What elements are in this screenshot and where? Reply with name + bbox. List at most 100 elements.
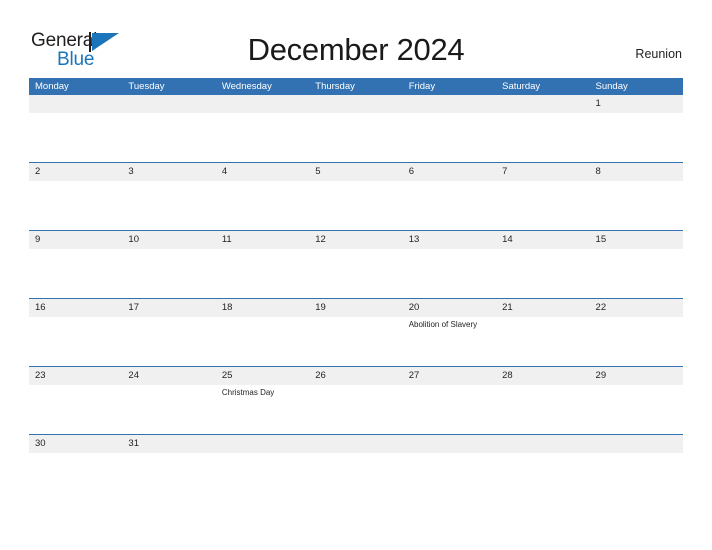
day-event	[403, 453, 496, 481]
day-event	[403, 113, 496, 162]
week-row: 30 31	[29, 434, 683, 481]
weekday-saturday: Saturday	[502, 81, 541, 92]
day-number[interactable]: 28	[496, 367, 589, 385]
day-event	[403, 181, 496, 230]
day-number[interactable]	[216, 435, 309, 453]
day-number[interactable]	[309, 95, 402, 113]
week-date-band: 2 3 4 5 6 7 8	[29, 163, 683, 181]
day-number[interactable]: 24	[122, 367, 215, 385]
day-number[interactable]: 26	[309, 367, 402, 385]
day-event	[29, 113, 122, 162]
week-event-band: Abolition of Slavery	[29, 317, 683, 366]
day-event	[29, 249, 122, 298]
day-event	[590, 317, 683, 366]
region-label: Reunion	[635, 47, 682, 61]
day-number[interactable]: 31	[122, 435, 215, 453]
day-event	[216, 453, 309, 481]
day-number[interactable]: 11	[216, 231, 309, 249]
day-event	[590, 453, 683, 481]
day-number[interactable]	[403, 95, 496, 113]
day-event	[122, 113, 215, 162]
day-event	[590, 385, 683, 434]
page-title: December 2024	[247, 32, 465, 67]
day-number[interactable]: 12	[309, 231, 402, 249]
day-event	[309, 385, 402, 434]
day-number[interactable]: 13	[403, 231, 496, 249]
weekday-tuesday: Tuesday	[128, 81, 165, 92]
day-number[interactable]: 10	[122, 231, 215, 249]
day-number[interactable]: 2	[29, 163, 122, 181]
day-number[interactable]: 8	[590, 163, 683, 181]
day-number[interactable]: 3	[122, 163, 215, 181]
day-number[interactable]: 5	[309, 163, 402, 181]
week-event-band	[29, 181, 683, 230]
day-number[interactable]: 21	[496, 299, 589, 317]
day-event	[309, 113, 402, 162]
day-number[interactable]	[122, 95, 215, 113]
day-number[interactable]: 18	[216, 299, 309, 317]
week-row: 23 24 25 26 27 28 29 Christmas Day	[29, 366, 683, 434]
week-row: 9 10 11 12 13 14 15	[29, 230, 683, 298]
day-number[interactable]	[403, 435, 496, 453]
day-number[interactable]: 6	[403, 163, 496, 181]
day-number[interactable]: 20	[403, 299, 496, 317]
day-event	[496, 385, 589, 434]
day-event	[590, 113, 683, 162]
day-number[interactable]: 4	[216, 163, 309, 181]
day-event	[496, 249, 589, 298]
weekday-wednesday: Wednesday	[221, 81, 272, 92]
day-number[interactable]	[496, 435, 589, 453]
day-event-christmas-day: Christmas Day	[221, 388, 275, 397]
day-event	[403, 249, 496, 298]
day-event	[590, 181, 683, 230]
day-number[interactable]	[496, 95, 589, 113]
day-event	[216, 113, 309, 162]
week-row: 16 17 18 19 20 21 22 Abolition of Slaver…	[29, 298, 683, 366]
week-date-band: 1	[29, 95, 683, 113]
day-event	[496, 113, 589, 162]
day-number[interactable]	[216, 95, 309, 113]
day-event	[122, 249, 215, 298]
day-number[interactable]: 25	[216, 367, 309, 385]
day-event	[29, 453, 122, 481]
day-number[interactable]: 30	[29, 435, 122, 453]
weekday-sunday: Sunday	[595, 81, 628, 92]
day-event	[590, 249, 683, 298]
week-date-band: 30 31	[29, 435, 683, 453]
day-event	[29, 181, 122, 230]
weekday-thursday: Thursday	[315, 81, 355, 92]
day-number[interactable]: 19	[309, 299, 402, 317]
week-date-band: 23 24 25 26 27 28 29	[29, 367, 683, 385]
day-number[interactable]: 23	[29, 367, 122, 385]
day-number[interactable]	[590, 435, 683, 453]
day-event	[122, 385, 215, 434]
day-event	[216, 317, 309, 366]
week-date-band: 16 17 18 19 20 21 22	[29, 299, 683, 317]
day-number[interactable]: 17	[122, 299, 215, 317]
week-event-band: Christmas Day	[29, 385, 683, 434]
weekday-friday: Friday	[408, 81, 436, 92]
week-row: 2 3 4 5 6 7 8	[29, 162, 683, 230]
day-event	[216, 249, 309, 298]
day-event	[496, 181, 589, 230]
day-event	[309, 453, 402, 481]
day-number[interactable]: 14	[496, 231, 589, 249]
day-number[interactable]: 16	[29, 299, 122, 317]
day-number[interactable]	[29, 95, 122, 113]
day-number[interactable]: 7	[496, 163, 589, 181]
day-event	[309, 249, 402, 298]
day-event	[403, 385, 496, 434]
day-number[interactable]	[309, 435, 402, 453]
day-number[interactable]: 27	[403, 367, 496, 385]
calendar-grid: Monday Tuesday Wednesday Thursday Friday…	[29, 78, 683, 481]
week-date-band: 9 10 11 12 13 14 15	[29, 231, 683, 249]
day-number[interactable]: 15	[590, 231, 683, 249]
day-number[interactable]: 1	[590, 95, 683, 113]
page-header: General Blue December 2024 Reunion	[0, 0, 712, 78]
week-event-band	[29, 113, 683, 162]
day-number[interactable]: 9	[29, 231, 122, 249]
weekday-header-row: Monday Tuesday Wednesday Thursday Friday…	[29, 78, 683, 95]
day-event	[29, 317, 122, 366]
day-number[interactable]: 22	[590, 299, 683, 317]
day-number[interactable]: 29	[590, 367, 683, 385]
